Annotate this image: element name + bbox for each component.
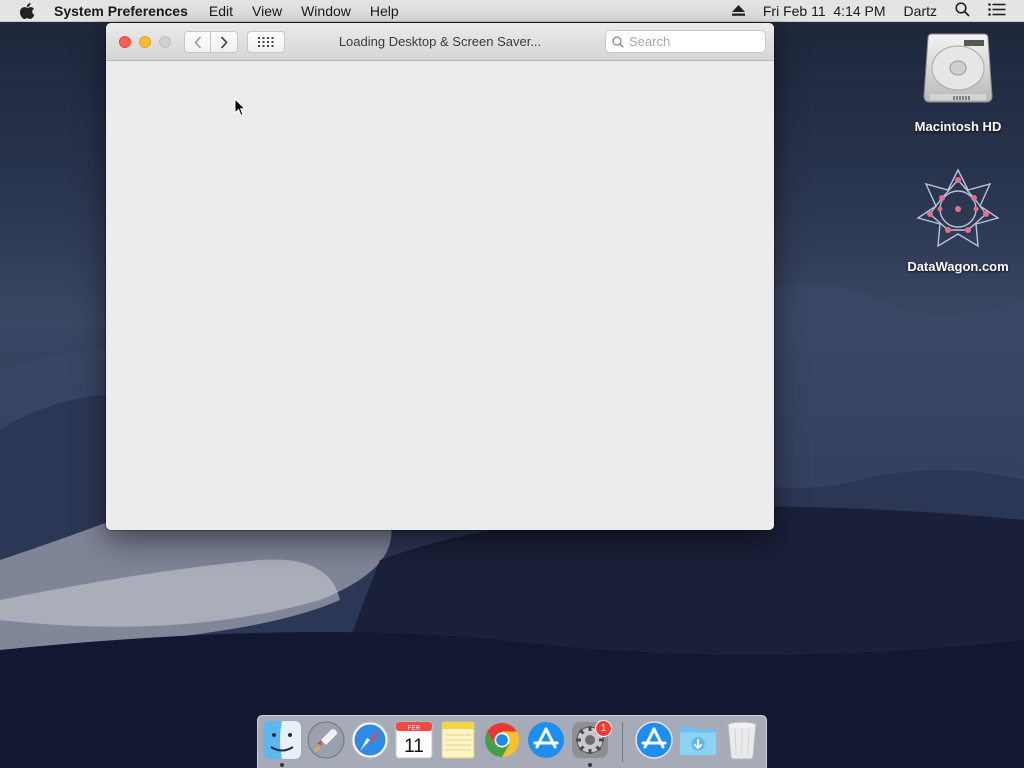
chrome-icon — [485, 723, 519, 757]
eject-icon[interactable] — [731, 3, 745, 19]
chevron-left-icon — [193, 35, 201, 49]
mouse-cursor-icon — [234, 98, 246, 117]
dock-app-store[interactable] — [526, 720, 566, 762]
app-store-icon — [635, 721, 673, 759]
window-content — [106, 61, 774, 530]
desktop-icon-datawagon[interactable]: DataWagon.com — [893, 168, 1023, 274]
notification-badge: 1 — [595, 720, 612, 737]
zoom-button[interactable] — [159, 36, 171, 48]
dock-separator — [622, 722, 623, 762]
close-button[interactable] — [119, 36, 131, 48]
desktop-icon-label: DataWagon.com — [907, 259, 1009, 274]
running-indicator — [588, 763, 592, 767]
user-name[interactable]: Dartz — [904, 3, 937, 19]
desktop-icon-macintosh-hd[interactable]: Macintosh HD — [893, 32, 1023, 134]
dock-finder[interactable] — [262, 720, 302, 762]
dock-trash[interactable] — [722, 720, 762, 762]
dock-app-store-download[interactable] — [634, 720, 674, 762]
spotlight-search-icon[interactable] — [955, 2, 970, 20]
dock: FEB 11 1 — [257, 715, 767, 768]
calendar-month: FEB — [408, 725, 421, 732]
launchpad-icon — [307, 721, 345, 759]
notification-center-icon[interactable] — [988, 3, 1006, 19]
chevron-right-icon — [220, 35, 228, 49]
system-preferences-window: Loading Desktop & Screen Saver... — [106, 23, 774, 530]
grid-icon — [258, 37, 274, 47]
menu-view[interactable]: View — [252, 3, 282, 19]
menu-edit[interactable]: Edit — [209, 3, 233, 19]
dock-launchpad[interactable] — [306, 720, 346, 762]
dock-chrome[interactable] — [482, 720, 522, 762]
app-store-icon — [528, 722, 564, 758]
menu-app-name[interactable]: System Preferences — [54, 3, 188, 19]
dock-calendar[interactable]: FEB 11 — [394, 720, 434, 762]
running-indicator — [280, 763, 284, 767]
search-icon — [612, 35, 624, 48]
apple-menu-icon[interactable] — [20, 2, 36, 19]
minimize-button[interactable] — [139, 36, 151, 48]
show-all-button[interactable] — [247, 31, 285, 53]
dock-notes[interactable] — [438, 720, 478, 762]
back-button[interactable] — [184, 31, 211, 53]
trash-icon — [727, 721, 757, 760]
search-input[interactable] — [629, 34, 759, 49]
window-titlebar[interactable]: Loading Desktop & Screen Saver... — [106, 23, 774, 61]
dock-downloads[interactable] — [678, 720, 718, 762]
menu-bar: System Preferences Edit View Window Help… — [0, 0, 1024, 22]
menu-help[interactable]: Help — [370, 3, 399, 19]
safari-icon — [351, 721, 389, 759]
menu-window[interactable]: Window — [301, 3, 351, 19]
forward-button[interactable] — [211, 31, 238, 53]
datawagon-icon — [916, 168, 1000, 248]
hard-drive-icon — [923, 33, 993, 103]
dock-safari[interactable] — [350, 720, 390, 762]
window-title: Loading Desktop & Screen Saver... — [338, 34, 542, 49]
desktop-icon-label: Macintosh HD — [914, 119, 1002, 134]
calendar-icon: FEB 11 — [395, 721, 433, 759]
search-field[interactable] — [605, 30, 766, 53]
menubar-clock[interactable]: Fri Feb 11 4:14 PM — [763, 3, 886, 19]
calendar-day: 11 — [404, 736, 424, 757]
downloads-folder-icon — [679, 726, 717, 756]
notes-icon — [441, 721, 475, 759]
finder-icon — [263, 721, 301, 759]
